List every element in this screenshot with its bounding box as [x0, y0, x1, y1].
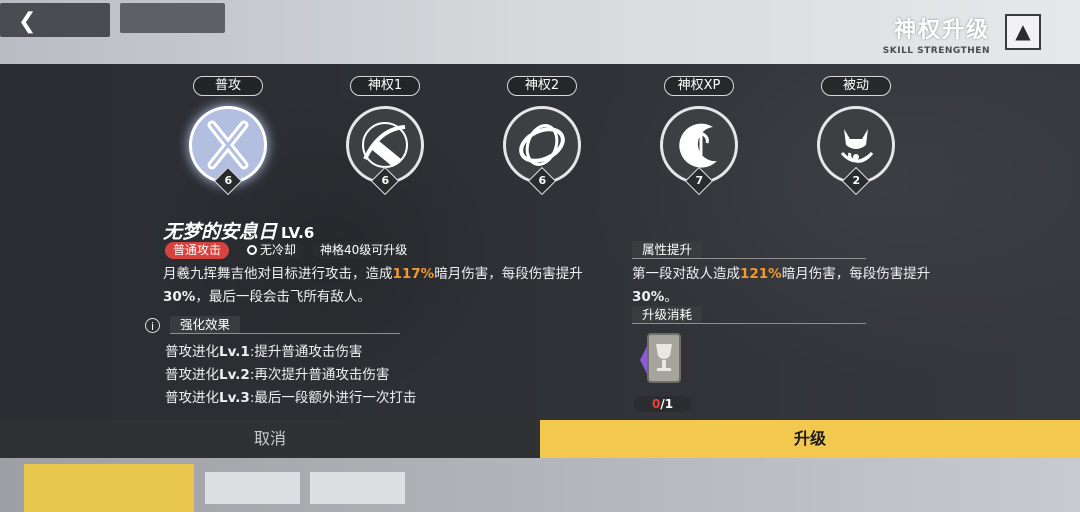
grail-book-icon[interactable]	[638, 330, 688, 390]
skill-tab-label: 普攻	[193, 76, 263, 96]
cost-section-title: 升级消耗	[632, 306, 703, 324]
skill-description: 月羲九挥舞吉他对目标进行攻击，造成117%暗月伤害，每段伤害提升30%，最后一段…	[163, 266, 583, 305]
page-header: 神权升级 SKILL STRENGTHEN	[883, 12, 990, 56]
crossed-blades-icon: 6	[189, 106, 267, 196]
chevron-left-icon: ❮	[18, 9, 37, 34]
crescent-note-icon: 7	[660, 106, 738, 196]
evolution-item: 普攻进化Lv.2:再次提升普通攻击伤害	[165, 367, 390, 383]
top-tab[interactable]	[120, 3, 225, 33]
skill-tab-label: 神权XP	[664, 76, 734, 96]
upgrade-button[interactable]: 升级	[540, 420, 1080, 458]
vortex-ring-icon: 6	[503, 106, 581, 196]
requirement-tag: 神格40级可升级	[312, 242, 416, 259]
skill-level-text: LV.6	[281, 224, 315, 242]
info-icon[interactable]: i	[145, 318, 160, 333]
skill-name-text: 无梦的安息日	[163, 221, 278, 243]
fox-spirit-icon: 2	[817, 106, 895, 196]
skill-type-tag: 普通攻击	[165, 242, 230, 259]
background-bottom-strip	[0, 458, 1080, 512]
divider	[170, 333, 400, 334]
collapse-button[interactable]: ▲	[1005, 14, 1041, 50]
divider	[632, 323, 866, 324]
page-subtitle: SKILL STRENGTHEN	[882, 46, 990, 56]
attribute-section-title: 属性提升	[632, 241, 703, 259]
attribute-description: 第一段对敌人造成121%暗月伤害，每段伤害提升30%。	[632, 266, 931, 305]
enhance-section-title: 强化效果	[170, 316, 241, 334]
cost-count: 0/1	[634, 396, 691, 412]
skill-tab-label: 被动	[821, 76, 891, 96]
double-chevron-up-icon: ▲	[1015, 19, 1031, 43]
clock-icon	[247, 245, 257, 255]
evolution-item: 普攻进化Lv.3:最后一段额外进行一次打击	[165, 390, 417, 406]
skill-tab-skillxp[interactable]: 神权XP 7	[653, 74, 745, 196]
back-button[interactable]: ❮	[0, 3, 110, 37]
skill-name: 无梦的安息日 LV.6	[163, 217, 314, 244]
cancel-button[interactable]: 取消	[0, 420, 540, 458]
skill-tab-passive[interactable]: 被动 2	[810, 74, 902, 196]
skill-tab-skill2[interactable]: 神权2 6	[496, 74, 588, 196]
slash-strike-icon: 6	[346, 106, 424, 196]
skill-tab-label: 神权2	[507, 76, 577, 96]
divider	[632, 258, 866, 259]
skill-tab-skill1[interactable]: 神权1 6	[339, 74, 431, 196]
evolution-item: 普攻进化Lv.1:提升普通攻击伤害	[165, 344, 363, 360]
skill-tab-basic[interactable]: 普攻 6	[182, 74, 274, 196]
page-title: 神权升级	[893, 18, 990, 43]
cooldown-tag: 无冷却	[239, 242, 305, 259]
skill-tab-label: 神权1	[350, 76, 420, 96]
